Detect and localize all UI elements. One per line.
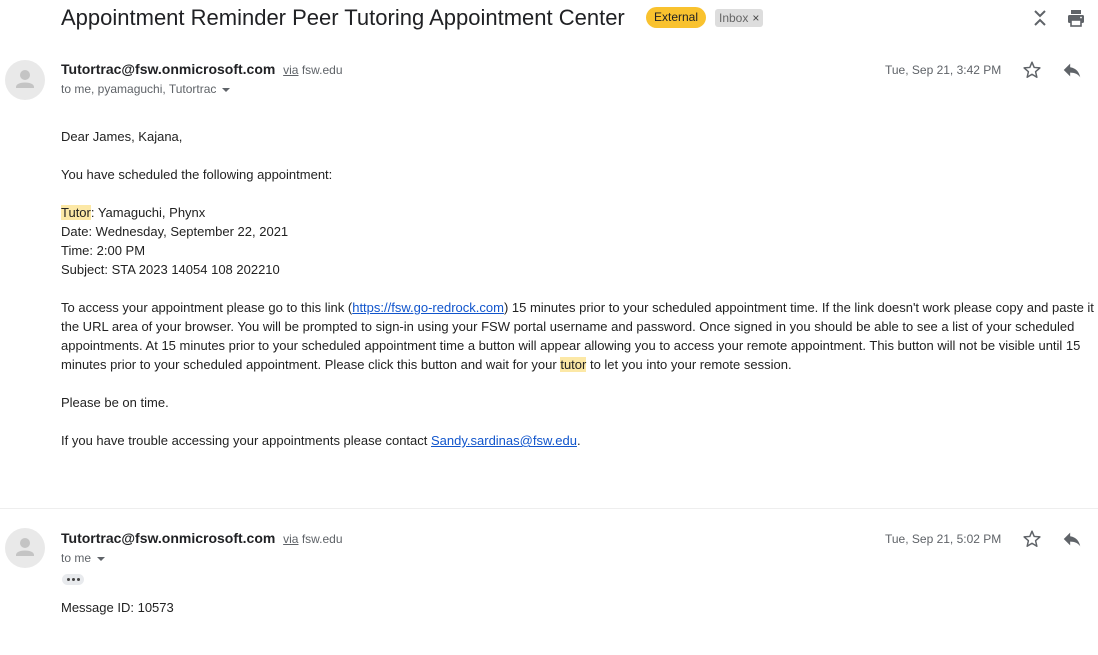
message-header-2: Tutortrac@fsw.onmicrosoft.com via fsw.ed… xyxy=(61,530,343,548)
recipients-text: to me, pyamaguchi, Tutortrac xyxy=(61,82,217,96)
message-divider xyxy=(0,508,1098,509)
intro-text: You have scheduled the following appoint… xyxy=(61,167,333,182)
access-text-end: to let you into your remote session. xyxy=(586,357,792,372)
message-id-text: Message ID: 10573 xyxy=(61,600,174,615)
reply-button[interactable] xyxy=(1061,59,1083,81)
via-link[interactable]: via xyxy=(283,532,298,546)
star-icon xyxy=(1023,61,1041,78)
date-line: Date: Wednesday, September 22, 2021 xyxy=(61,224,289,239)
on-time-text: Please be on time. xyxy=(61,395,169,410)
external-badge: External xyxy=(646,7,707,28)
message-body: Dear James, Kajana, You have scheduled t… xyxy=(61,127,1098,469)
inbox-label-text: Inbox xyxy=(719,11,749,25)
collapse-all-button[interactable] xyxy=(1030,8,1050,28)
print-icon xyxy=(1068,10,1084,27)
star-icon xyxy=(1023,530,1041,547)
subject-line: Subject: STA 2023 14054 108 202210 xyxy=(61,262,280,277)
person-avatar-icon xyxy=(16,70,34,88)
dot xyxy=(66,578,70,581)
trouble-text-end: . xyxy=(576,433,581,448)
redrock-link[interactable]: https://fsw.go-redrock.com xyxy=(352,300,504,315)
time-line: Time: 2:00 PM xyxy=(61,243,146,258)
chevron-down-icon[interactable] xyxy=(222,87,231,92)
thread-subject: Appointment Reminder Peer Tutoring Appoi… xyxy=(61,5,625,30)
recipients-line[interactable]: to me, pyamaguchi, Tutortrac xyxy=(61,82,231,96)
trouble-text-start: If you have trouble accessing your appoi… xyxy=(61,433,431,448)
message-header: Tutortrac@fsw.onmicrosoft.com via fsw.ed… xyxy=(61,61,343,79)
trouble-text: If you have trouble accessing your appoi… xyxy=(61,431,1098,450)
sender-name[interactable]: Tutortrac@fsw.onmicrosoft.com xyxy=(61,61,275,77)
via-label: via fsw.edu xyxy=(280,63,343,77)
sender-name[interactable]: Tutortrac@fsw.onmicrosoft.com xyxy=(61,530,275,546)
message-date: Tue, Sep 21, 3:42 PM xyxy=(885,63,1002,77)
via-domain: fsw.edu xyxy=(301,63,343,77)
star-button-2[interactable] xyxy=(1021,528,1043,550)
recipients-text: to me xyxy=(61,551,92,565)
via-domain: fsw.edu xyxy=(301,532,343,546)
sender-avatar[interactable] xyxy=(5,60,45,100)
access-instructions: To access your appointment please go to … xyxy=(61,298,1098,374)
reply-icon xyxy=(1063,532,1081,547)
remove-label-icon[interactable]: × xyxy=(752,11,759,25)
tutor-label: Tutor xyxy=(61,205,91,220)
message-date-2: Tue, Sep 21, 5:02 PM xyxy=(885,532,1002,546)
reply-button-2[interactable] xyxy=(1061,528,1083,550)
greeting: Dear James, Kajana, xyxy=(61,129,183,144)
collapse-all-icon xyxy=(1034,10,1046,26)
print-all-button[interactable] xyxy=(1066,8,1086,28)
sender-avatar-2[interactable] xyxy=(5,528,45,568)
star-button[interactable] xyxy=(1021,59,1043,81)
message-body-2: Message ID: 10573 xyxy=(61,598,1098,636)
appointment-details: Tutor: Yamaguchi, Phynx Date: Wednesday,… xyxy=(61,203,1098,279)
via-label: via fsw.edu xyxy=(280,532,343,546)
chevron-down-icon[interactable] xyxy=(97,556,106,561)
tutor-highlight: tutor xyxy=(560,357,587,372)
dot xyxy=(76,578,80,581)
via-link[interactable]: via xyxy=(283,63,298,77)
contact-email-link[interactable]: Sandy.sardinas@fsw.edu xyxy=(431,433,577,448)
person-avatar-icon xyxy=(16,538,34,556)
show-trimmed-content-button[interactable] xyxy=(62,574,84,585)
reply-icon xyxy=(1063,63,1081,78)
tutor-value: : Yamaguchi, Phynx xyxy=(90,205,206,220)
dot xyxy=(71,578,75,581)
inbox-label-badge[interactable]: Inbox × xyxy=(715,9,764,27)
access-text-start: To access your appointment please go to … xyxy=(61,300,353,315)
recipients-line-2[interactable]: to me xyxy=(61,551,106,565)
